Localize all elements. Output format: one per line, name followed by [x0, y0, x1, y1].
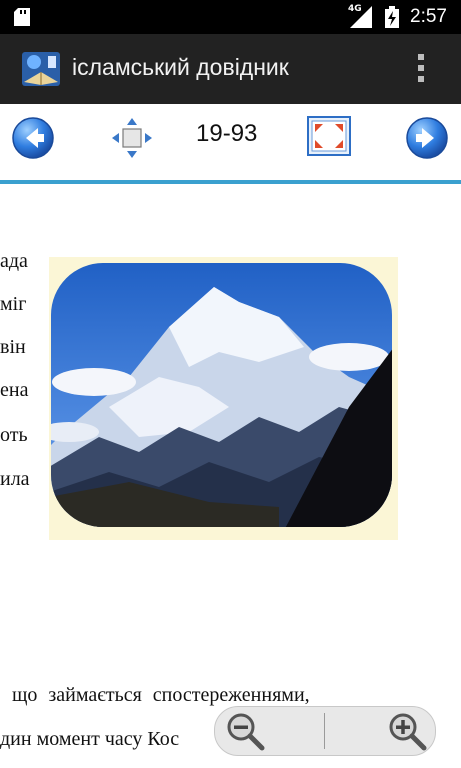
- move-arrows-icon[interactable]: [110, 116, 154, 160]
- zoom-divider: [324, 713, 325, 749]
- sd-card-icon: [14, 8, 30, 26]
- text-line: що займається спостереженнями,: [12, 684, 310, 706]
- arrow-left-icon[interactable]: [11, 116, 55, 160]
- text-fragment: він: [0, 336, 26, 358]
- status-bar: 4G 2:57: [0, 0, 461, 34]
- clock: 2:57: [410, 6, 447, 27]
- app-logo-icon: [22, 52, 60, 86]
- zoom-control: [214, 706, 436, 756]
- overflow-menu-icon[interactable]: [414, 54, 428, 86]
- action-bar: ісламський довідник: [0, 34, 461, 104]
- app-title: ісламський довідник: [72, 54, 289, 80]
- text-line: дин момент часу Кос: [0, 728, 180, 750]
- text-fragment: оть: [0, 424, 28, 446]
- mountain-picture: [51, 263, 392, 527]
- page-number: 19-93: [196, 120, 258, 147]
- text-fragment: ада: [0, 250, 28, 272]
- zoom-out-icon[interactable]: [225, 711, 265, 751]
- text-fragment: ила: [0, 468, 30, 490]
- reader-toolbar: 19-93: [0, 104, 461, 180]
- arrow-right-icon[interactable]: [405, 116, 449, 160]
- text-fragment: ена: [0, 379, 29, 401]
- text-fragment: міг: [0, 293, 27, 315]
- battery-charging-icon: [385, 6, 399, 28]
- zoom-in-icon[interactable]: [387, 711, 427, 751]
- signal-icon: [350, 6, 372, 28]
- fullscreen-icon[interactable]: [307, 116, 351, 156]
- page-content[interactable]: ада міг він ена оть ила що займається сп…: [0, 184, 461, 768]
- mountain-image: [49, 257, 398, 540]
